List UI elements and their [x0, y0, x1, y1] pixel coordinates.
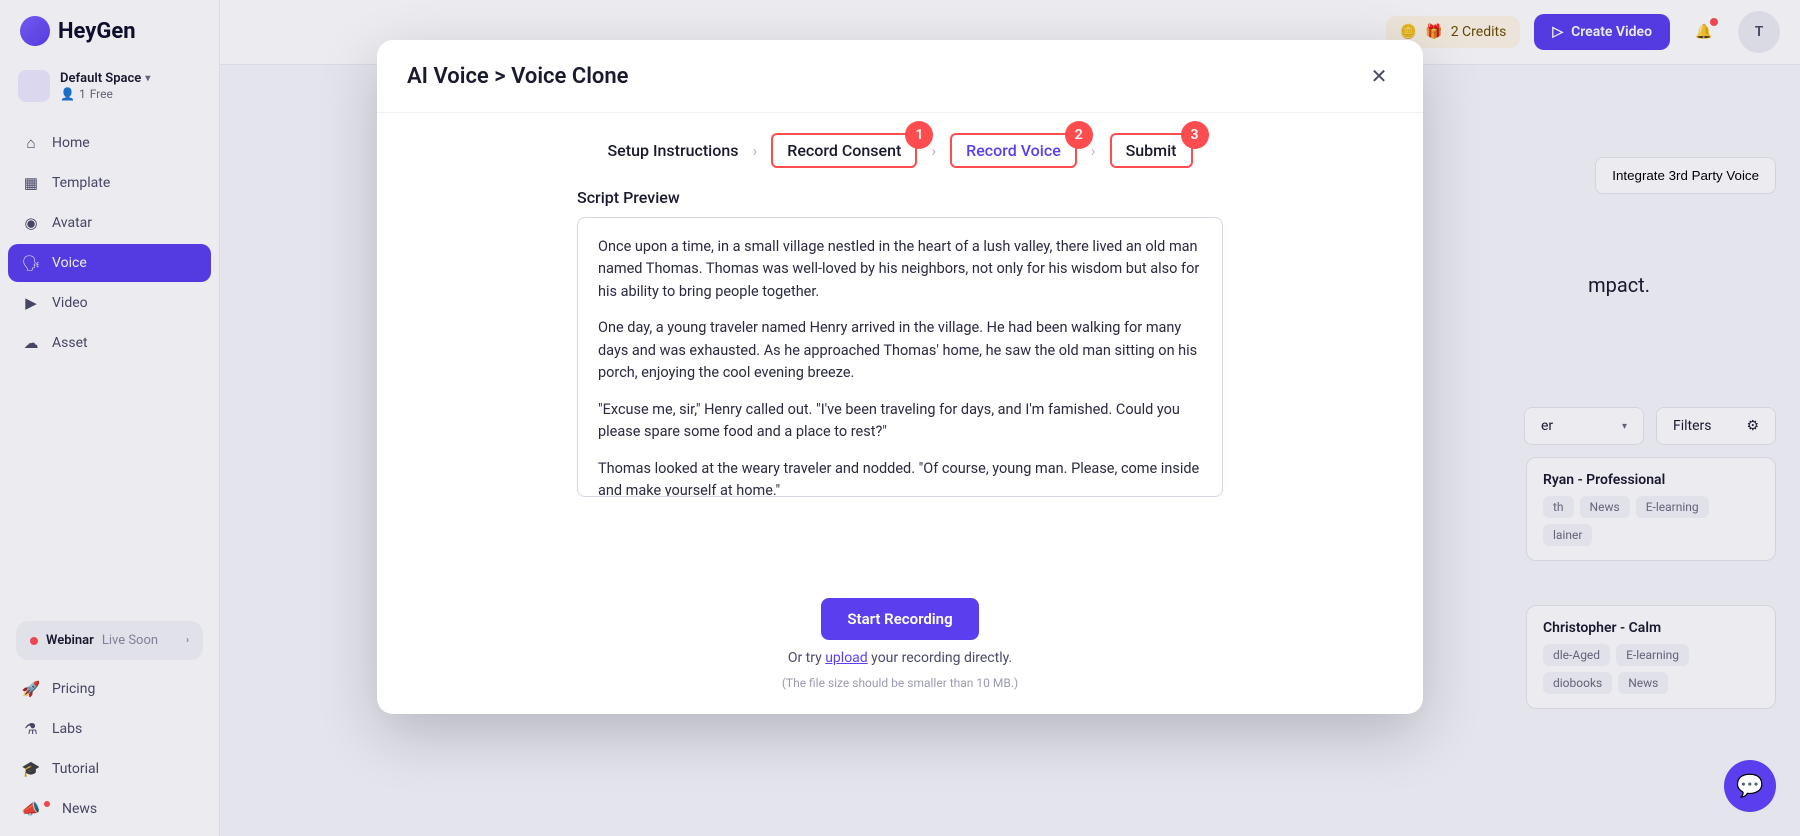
wizard-steps: Setup Instructions › Record Consent 1 › … [377, 113, 1423, 178]
modal-actions: Start Recording Or try upload your recor… [377, 572, 1423, 714]
script-preview-section: Script Preview Once upon a time, in a sm… [377, 178, 1423, 572]
help-chat-button[interactable]: 💬 [1724, 760, 1776, 812]
step-record-consent[interactable]: Record Consent 1 [771, 133, 917, 168]
step-badge: 1 [905, 121, 933, 149]
close-icon: ✕ [1371, 64, 1388, 88]
close-button[interactable]: ✕ [1365, 62, 1393, 90]
script-textarea[interactable]: Once upon a time, in a small village nes… [577, 217, 1223, 497]
script-preview-label: Script Preview [577, 188, 1223, 207]
upload-line: Or try upload your recording directly. [788, 650, 1012, 666]
chat-icon: 💬 [1736, 774, 1763, 799]
step-arrow-icon: › [752, 141, 757, 160]
step-badge: 3 [1181, 121, 1209, 149]
step-record-voice[interactable]: Record Voice 2 [950, 133, 1077, 168]
step-submit[interactable]: Submit 3 [1110, 133, 1193, 168]
step-badge: 2 [1065, 121, 1093, 149]
upload-hint: (The file size should be smaller than 10… [782, 676, 1018, 690]
start-recording-button[interactable]: Start Recording [821, 598, 978, 640]
upload-pre: Or try [788, 650, 825, 666]
script-paragraph: Once upon a time, in a small village nes… [598, 236, 1202, 303]
modal-header: AI Voice > Voice Clone ✕ [377, 40, 1423, 113]
step-label: Submit [1126, 141, 1177, 160]
step-label: Record Voice [966, 141, 1061, 160]
upload-post: your recording directly. [868, 650, 1012, 666]
modal-title: AI Voice > Voice Clone [407, 64, 629, 89]
script-paragraph: "Excuse me, sir," Henry called out. "I'v… [598, 399, 1202, 444]
upload-link[interactable]: upload [825, 650, 867, 666]
script-paragraph: Thomas looked at the weary traveler and … [598, 458, 1202, 497]
step-setup: Setup Instructions [607, 141, 738, 160]
step-arrow-icon: › [1091, 141, 1096, 160]
voice-clone-modal: AI Voice > Voice Clone ✕ Setup Instructi… [377, 40, 1423, 714]
step-arrow-icon: › [931, 141, 936, 160]
step-label: Record Consent [787, 141, 901, 160]
script-paragraph: One day, a young traveler named Henry ar… [598, 317, 1202, 384]
start-label: Start Recording [847, 610, 952, 628]
